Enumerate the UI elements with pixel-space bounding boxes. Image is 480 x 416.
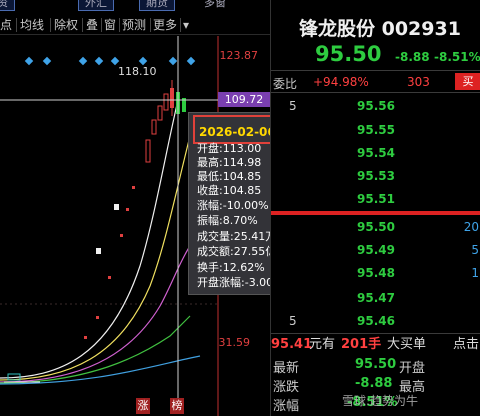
toolbar-ma[interactable]: 均线: [20, 16, 44, 34]
toolbar-window[interactable]: 窗: [104, 16, 116, 34]
tooltip-row-close: 收盘:104.85: [197, 184, 262, 197]
trade-price: 95.41: [271, 337, 313, 352]
orderbook-buy-row[interactable]: 95.48 1: [271, 263, 480, 283]
toolbar-divider: [50, 18, 51, 32]
toolbar-overlay[interactable]: 叠: [86, 16, 98, 34]
orderbook-sell-row[interactable]: 95.51: [271, 189, 480, 209]
trade-unit: 元有: [309, 337, 336, 352]
toolbar-exright[interactable]: 除权: [54, 16, 78, 34]
stat-open-label: 开盘: [399, 361, 426, 376]
toolbar-divider: [101, 18, 102, 32]
weibi-value: +94.98%: [313, 75, 369, 89]
stat-change-label: 涨跌: [273, 380, 300, 395]
tooltip-row-low: 最低:104.85: [197, 170, 262, 183]
tooltip-row-pct: 涨幅:-10.00%: [197, 199, 269, 212]
orderbook-buy-row[interactable]: 95.47: [271, 288, 480, 308]
orderbook-sell-row[interactable]: 95.54: [271, 143, 480, 163]
toolbar-divider: [16, 18, 17, 32]
ranking-marker[interactable]: 榜: [170, 398, 184, 414]
divider: [271, 92, 480, 93]
tab-forex[interactable]: 外汇: [78, 0, 114, 11]
orderbook-buy-row[interactable]: 5 95.46: [271, 311, 480, 331]
orderbook-sell-row[interactable]: 95.55: [271, 120, 480, 140]
price-change-pct: -8.51%: [434, 50, 480, 64]
more-dropdown-icon[interactable]: ▾: [183, 17, 189, 33]
price-label-high: 123.87: [219, 49, 259, 62]
chart-toolbar: 点 均线 除权 叠 窗 预测 更多 ▾: [0, 15, 270, 35]
toolbar-forecast[interactable]: 预测: [122, 16, 146, 34]
tab-futures[interactable]: 期货: [139, 0, 175, 11]
trade-type: 大买单: [387, 337, 427, 352]
tooltip-row-amount: 成交额:27.55亿: [197, 245, 277, 258]
price-label-low: 31.59: [218, 336, 251, 349]
tooltip-row-volume: 成交量:25.41万: [197, 230, 277, 243]
toolbar-divider: [180, 18, 181, 32]
orderbook-sell-row[interactable]: 95.53: [271, 166, 480, 186]
divider: [271, 70, 480, 71]
trade-hands: 201手: [341, 337, 382, 352]
stat-latest-value: 95.50: [355, 357, 397, 372]
orderbook-buy-row[interactable]: 95.49 5: [271, 240, 480, 260]
orderbook-divider: [271, 211, 480, 215]
orderbook-buy-row[interactable]: 95.50 20: [271, 217, 480, 237]
toolbar-divider: [82, 18, 83, 32]
toolbar-divider: [150, 18, 151, 32]
tooltip-row-high: 最高:114.98: [197, 156, 262, 169]
toolbar-point[interactable]: 点: [0, 16, 12, 34]
tooltip-row-amplitude: 振幅:8.70%: [197, 214, 258, 227]
high-marker-label: 118.10: [118, 65, 157, 78]
weibi-label: 委比: [273, 77, 298, 91]
stock-name: 锋龙股份 002931: [299, 18, 461, 40]
tooltip-row-turnover: 换手:12.62%: [197, 261, 265, 274]
divider: [271, 333, 480, 334]
weicha-value: 303: [407, 75, 430, 89]
watermark: 雪球:趋势为牛: [342, 394, 419, 408]
buy-button[interactable]: 买: [455, 73, 480, 90]
toolbar-more[interactable]: 更多: [153, 16, 177, 34]
limit-up-marker[interactable]: 涨: [136, 398, 150, 414]
big-trade-alert[interactable]: 95.41 元有 201手 大买单 点击: [271, 335, 480, 355]
tab-multiwindow[interactable]: 多窗: [198, 0, 232, 11]
trade-click[interactable]: 点击: [453, 335, 479, 355]
stat-latest-label: 最新: [273, 361, 300, 376]
tab-zi[interactable]: 资: [0, 0, 15, 11]
stat-pct-label: 涨幅: [273, 399, 300, 414]
last-price: 95.50: [315, 42, 382, 66]
orderbook-sell-row[interactable]: 5 95.56: [271, 96, 480, 116]
toolbar-divider: [119, 18, 120, 32]
price-change: -8.88: [395, 50, 430, 64]
tooltip-row-open: 开盘:113.00: [197, 142, 262, 155]
quote-panel: 锋龙股份 002931 95.50 -8.88 -8.51% 委比 +94.98…: [270, 0, 480, 416]
stat-change-value: -8.88: [355, 376, 393, 391]
crosshair-price-label: 109.72: [218, 92, 270, 107]
